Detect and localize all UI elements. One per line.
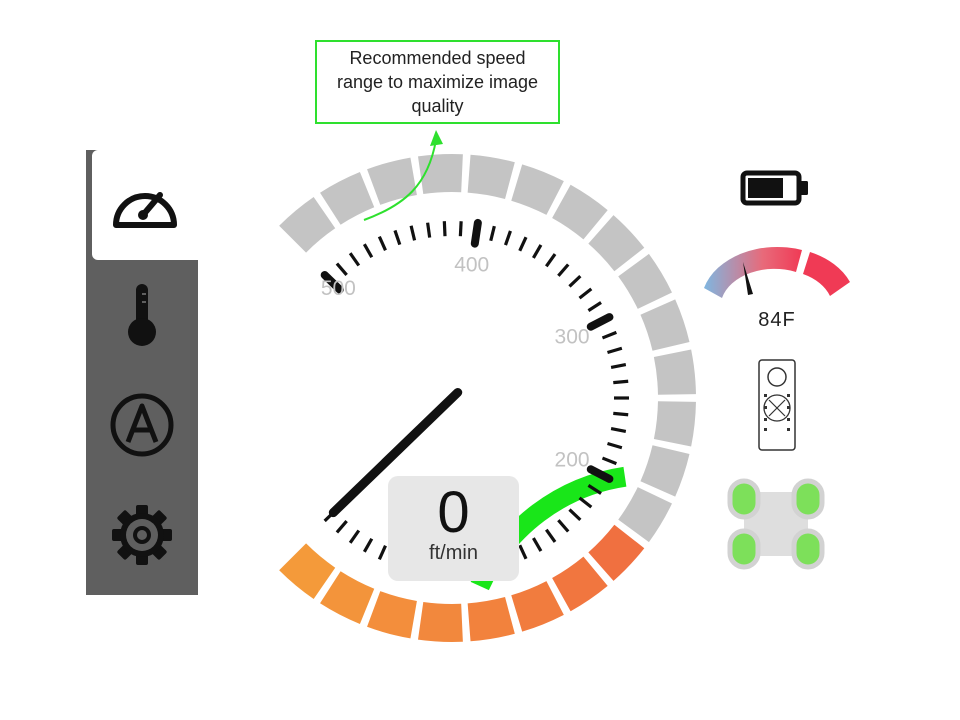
minor-tick [377, 545, 387, 561]
ring-segment [511, 581, 564, 632]
tick-label: 200 [555, 449, 590, 472]
minor-tick [518, 544, 528, 560]
minor-tick [458, 221, 463, 237]
minor-tick [601, 456, 617, 466]
minor-tick [607, 346, 623, 355]
speed-value: 0 [437, 480, 470, 545]
minor-tick [578, 287, 593, 300]
minor-tick [532, 244, 543, 259]
minor-tick [601, 330, 617, 340]
ring-segment [467, 154, 515, 199]
ring-segment [367, 591, 417, 639]
ring-segment [653, 401, 696, 447]
minor-tick [377, 235, 387, 251]
ring-segment [367, 157, 417, 205]
minor-tick [610, 427, 627, 433]
minor-tick [335, 262, 348, 276]
minor-tick [568, 508, 582, 522]
minor-tick [362, 243, 374, 259]
tick-label: 500 [321, 277, 356, 300]
ring-segment [653, 349, 696, 395]
minor-tick [393, 229, 402, 246]
ring-segment [320, 172, 375, 225]
minor-tick [578, 496, 593, 509]
minor-tick [348, 252, 361, 267]
minor-tick [426, 222, 432, 238]
speed-readout: 0 ft/min [388, 476, 519, 581]
ring-segment [279, 197, 336, 253]
ring-segment [618, 253, 672, 309]
vehicle-wheels-icon [727, 478, 825, 570]
ring-segment [467, 597, 515, 642]
ring-segment [588, 215, 645, 272]
tick-label: 400 [454, 253, 489, 276]
major-tick [586, 313, 614, 331]
minor-tick [362, 537, 374, 553]
ring-segment [618, 487, 672, 543]
ring-segment [640, 299, 690, 351]
minor-tick [532, 537, 543, 552]
minor-tick [409, 225, 417, 241]
major-tick [470, 218, 482, 248]
ring-segment [279, 543, 336, 599]
callout-arrowhead [430, 130, 443, 146]
minor-tick [613, 411, 629, 417]
minor-tick [545, 253, 557, 268]
minor-tick [568, 274, 582, 288]
minor-tick [587, 301, 602, 312]
ring-segment [588, 524, 645, 581]
minor-tick [557, 519, 570, 533]
temperature-gauge [704, 246, 850, 298]
minor-tick [545, 528, 557, 543]
speed-unit: ft/min [429, 542, 478, 564]
minor-tick [348, 529, 361, 544]
minor-tick [613, 379, 629, 385]
annotation-text: Recommended speed range to maximize imag… [336, 48, 539, 116]
minor-tick [557, 263, 570, 277]
ring-segment [320, 571, 375, 624]
ring-segment [640, 445, 690, 497]
minor-tick [607, 441, 623, 450]
minor-tick [442, 221, 447, 237]
ring-segment [511, 164, 564, 215]
remote-control-icon[interactable] [757, 358, 797, 452]
tick-label: 300 [555, 325, 590, 348]
minor-tick [335, 520, 348, 534]
minor-tick [489, 225, 496, 242]
battery-icon [740, 170, 808, 206]
annotation-callout: Recommended speed range to maximize imag… [315, 40, 560, 124]
minor-tick [503, 230, 512, 246]
minor-tick [518, 236, 528, 252]
minor-tick [610, 363, 627, 369]
ring-segment [418, 601, 463, 642]
temperature-value: 84F [758, 309, 796, 331]
